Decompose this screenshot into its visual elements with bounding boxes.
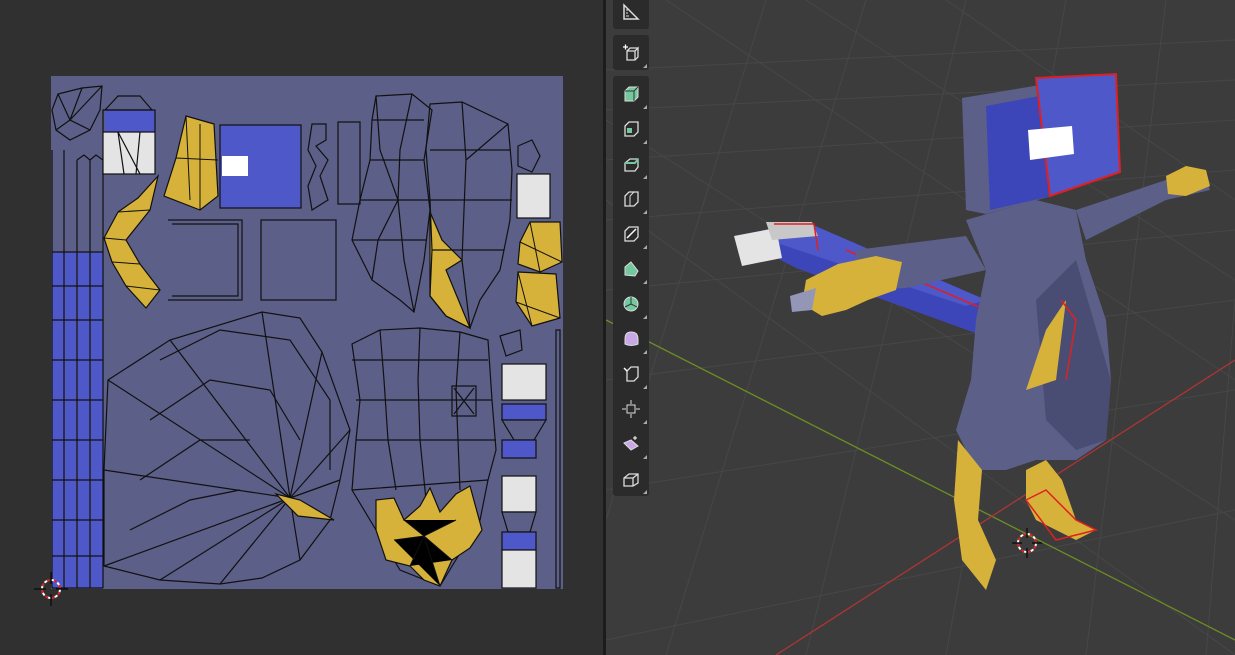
shrink-fatten-tool[interactable]: [613, 391, 649, 426]
extrude-region-tool[interactable]: [613, 76, 649, 111]
shrink-fatten-icon: [622, 399, 640, 418]
tool-group-mesh: [613, 76, 649, 496]
spin-tool[interactable]: [613, 286, 649, 321]
add-cube-tool[interactable]: [613, 35, 649, 70]
tool-group-add: [613, 35, 649, 70]
uv-island-top-left[interactable]: [51, 85, 103, 141]
smooth-tool[interactable]: [613, 321, 649, 356]
character-head[interactable]: [962, 72, 1122, 214]
inset-faces-icon: [624, 120, 639, 137]
y-axis-line: [606, 319, 1235, 641]
viewport-toolbar: [613, 0, 649, 502]
uv-island-hand-right[interactable]: [163, 115, 219, 211]
rip-region-tool[interactable]: [613, 461, 649, 496]
shear-icon: [623, 435, 639, 451]
loop-cut-icon: [624, 190, 639, 207]
edge-slide-tool[interactable]: [613, 356, 649, 391]
uv-island-arm-strip[interactable]: [500, 329, 561, 589]
rip-region-icon: [623, 472, 639, 487]
bevel-icon: [624, 157, 639, 172]
loop-cut-tool[interactable]: [613, 181, 649, 216]
uv-mesh-overlay[interactable]: [0, 0, 603, 655]
shear-tool[interactable]: [613, 426, 649, 461]
measure-icon: [623, 2, 640, 20]
poly-build-icon: [624, 260, 639, 277]
character-body[interactable]: [790, 166, 1210, 590]
uv-island-body-back[interactable]: [425, 101, 513, 330]
viewport-scene[interactable]: [606, 0, 1235, 655]
poly-build-tool[interactable]: [613, 251, 649, 286]
extrude-region-icon: [624, 86, 639, 101]
measure-tool[interactable]: [613, 0, 649, 29]
spin-icon: [623, 296, 639, 311]
3d-viewport[interactable]: [606, 0, 1235, 655]
uv-island-hand-left[interactable]: [103, 173, 161, 309]
floor-grid: [606, 0, 1235, 655]
uv-strip-islands[interactable]: [51, 150, 104, 589]
uv-island-body-front[interactable]: [351, 93, 433, 314]
knife-icon: [624, 225, 639, 242]
tool-group-measure: [613, 0, 649, 29]
smooth-icon: [624, 330, 639, 346]
knife-tool[interactable]: [613, 216, 649, 251]
add-cube-icon: [623, 44, 639, 61]
uv-island-screen[interactable]: [219, 124, 302, 209]
edge-slide-icon: [623, 365, 639, 382]
inset-faces-tool[interactable]: [613, 111, 649, 146]
uv-island-head-top[interactable]: [102, 95, 156, 175]
uv-island-feet[interactable]: [499, 139, 563, 357]
uv-editor[interactable]: [0, 0, 603, 655]
3d-cursor-icon[interactable]: [1012, 528, 1042, 558]
uv-island-claws[interactable]: [375, 485, 483, 587]
uv-island-tail[interactable]: [103, 311, 351, 585]
bevel-tool[interactable]: [613, 146, 649, 181]
